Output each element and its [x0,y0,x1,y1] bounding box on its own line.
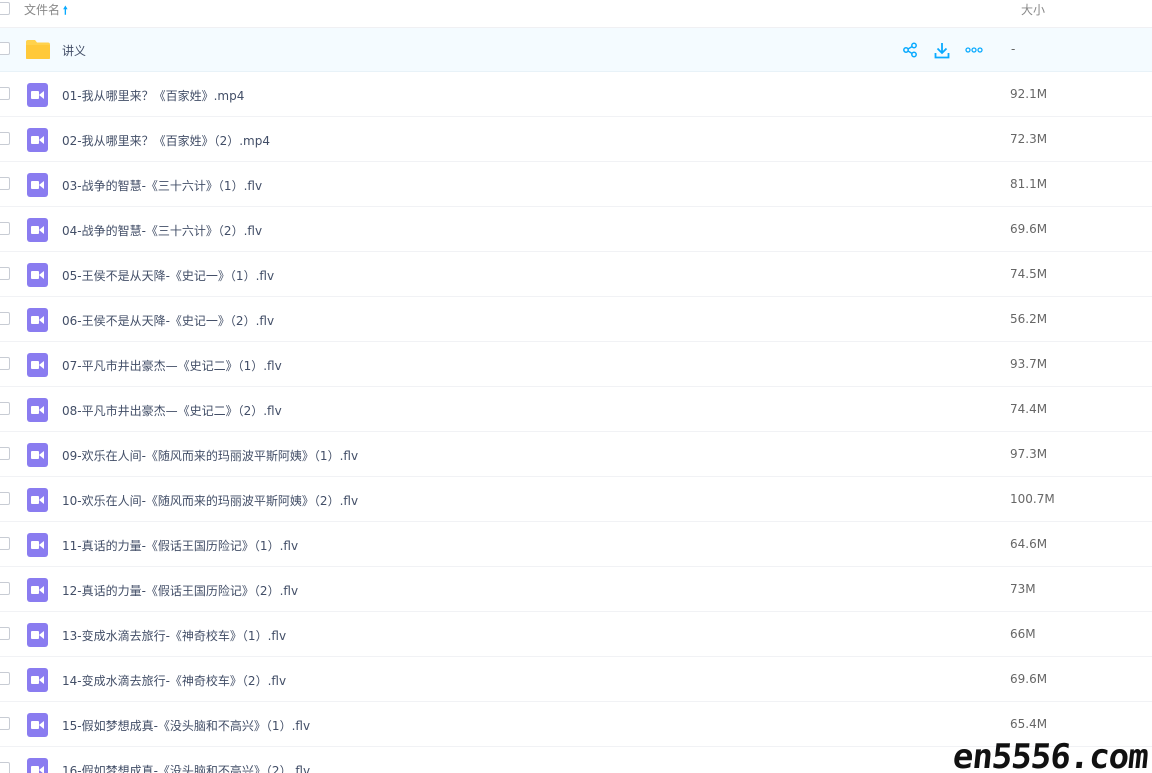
row-checkbox[interactable] [0,177,10,190]
column-header-size[interactable]: 大小 [1021,1,1045,18]
folder-size: - [1011,42,1016,56]
file-row[interactable]: 07-平凡市井出豪杰—《史记二》（1）.flv 93.7M [0,342,1152,387]
column-header-name[interactable]: 文件名 🠕 [24,1,68,21]
file-row[interactable]: 10-欢乐在人间-《随风而来的玛丽波平斯阿姨》（2）.flv 100.7M [0,477,1152,522]
row-checkbox[interactable] [0,222,10,235]
file-name[interactable]: 05-王侯不是从天降-《史记一》（1）.flv [62,267,274,284]
file-name[interactable]: 15-假如梦想成真-《没头脑和不高兴》（1）.flv [62,717,310,734]
row-checkbox[interactable] [0,627,10,640]
video-file-icon [27,263,48,287]
file-size: 74.4M [1010,402,1048,416]
file-size: 81.1M [1010,177,1048,191]
file-size: 100.7M [1010,492,1055,506]
file-name[interactable]: 16-假如梦想成真-《没头脑和不高兴》（2）.flv [62,762,310,773]
file-name[interactable]: 14-变成水滴去旅行-《神奇校车》（2）.flv [62,672,286,689]
file-size: 92.1M [1010,87,1048,101]
file-size: 64.6M [1010,537,1048,551]
watermark: en5556.com [951,737,1151,773]
file-name[interactable]: 09-欢乐在人间-《随风而来的玛丽波平斯阿姨》（1）.flv [62,447,358,464]
row-actions [900,40,984,60]
folder-name[interactable]: 讲义 [62,42,86,59]
row-checkbox[interactable] [0,717,10,730]
video-file-icon [27,308,48,332]
row-checkbox[interactable] [0,42,10,55]
file-list-page: 文件名 🠕 大小 讲义 - 01-我从哪里来？《百家姓》.mp4 92.1M 0… [0,0,1152,773]
row-checkbox[interactable] [0,267,10,280]
file-row[interactable]: 01-我从哪里来？《百家姓》.mp4 92.1M [0,72,1152,117]
video-file-icon [27,668,48,692]
file-row[interactable]: 05-王侯不是从天降-《史记一》（1）.flv 74.5M [0,252,1152,297]
arrow-up-icon: 🠕 [63,4,68,17]
file-size: 93.7M [1010,357,1048,371]
file-name[interactable]: 01-我从哪里来？《百家姓》.mp4 [62,87,244,104]
file-size: 72.3M [1010,132,1048,146]
select-all-checkbox[interactable] [0,2,10,15]
file-size: 97.3M [1010,447,1048,461]
file-row[interactable]: 09-欢乐在人间-《随风而来的玛丽波平斯阿姨》（1）.flv 97.3M [0,432,1152,477]
row-checkbox[interactable] [0,87,10,100]
file-name[interactable]: 04-战争的智慧-《三十六计》（2）.flv [62,222,262,239]
video-file-icon [27,173,48,197]
video-file-icon [27,353,48,377]
row-checkbox[interactable] [0,132,10,145]
file-size: 56.2M [1010,312,1048,326]
video-file-icon [27,758,48,773]
file-row[interactable]: 02-我从哪里来？《百家姓》（2）.mp4 72.3M [0,117,1152,162]
file-size: 65.4M [1010,717,1048,731]
row-checkbox[interactable] [0,357,10,370]
file-name[interactable]: 06-王侯不是从天降-《史记一》（2）.flv [62,312,274,329]
file-size: 74.5M [1010,267,1048,281]
file-row[interactable]: 12-真话的力量-《假话王国历险记》（2）.flv 73M [0,567,1152,612]
file-name[interactable]: 12-真话的力量-《假话王国历险记》（2）.flv [62,582,298,599]
video-file-icon [27,578,48,602]
folder-row[interactable]: 讲义 - [0,28,1152,72]
file-name[interactable]: 02-我从哪里来？《百家姓》（2）.mp4 [62,132,270,149]
row-checkbox[interactable] [0,312,10,325]
file-name[interactable]: 07-平凡市井出豪杰—《史记二》（1）.flv [62,357,282,374]
row-checkbox[interactable] [0,492,10,505]
video-file-icon [27,128,48,152]
file-row[interactable]: 11-真话的力量-《假话王国历险记》（1）.flv 64.6M [0,522,1152,567]
file-size: 69.6M [1010,672,1048,686]
row-checkbox[interactable] [0,582,10,595]
file-size: 69.6M [1010,222,1048,236]
file-row[interactable]: 04-战争的智慧-《三十六计》（2）.flv 69.6M [0,207,1152,252]
file-size: 73M [1010,582,1036,596]
download-icon[interactable] [932,40,952,60]
file-name[interactable]: 08-平凡市井出豪杰—《史记二》（2）.flv [62,402,282,419]
video-file-icon [27,218,48,242]
share-icon[interactable] [900,40,920,60]
folder-icon [26,40,50,59]
file-row[interactable]: 03-战争的智慧-《三十六计》（1）.flv 81.1M [0,162,1152,207]
file-list-header: 文件名 🠕 大小 [0,0,1152,28]
video-file-icon [27,533,48,557]
file-row[interactable]: 06-王侯不是从天降-《史记一》（2）.flv 56.2M [0,297,1152,342]
file-row[interactable]: 08-平凡市井出豪杰—《史记二》（2）.flv 74.4M [0,387,1152,432]
more-icon[interactable] [964,40,984,60]
file-rows: 01-我从哪里来？《百家姓》.mp4 92.1M 02-我从哪里来？《百家姓》（2）… [0,72,1152,773]
row-checkbox[interactable] [0,447,10,460]
video-file-icon [27,623,48,647]
file-row[interactable]: 14-变成水滴去旅行-《神奇校车》（2）.flv 69.6M [0,657,1152,702]
video-file-icon [27,83,48,107]
video-file-icon [27,713,48,737]
column-header-name-label: 文件名 [24,3,61,17]
file-name[interactable]: 03-战争的智慧-《三十六计》（1）.flv [62,177,262,194]
file-size: 66M [1010,627,1036,641]
video-file-icon [27,488,48,512]
video-file-icon [27,443,48,467]
file-name[interactable]: 13-变成水滴去旅行-《神奇校车》（1）.flv [62,627,286,644]
row-checkbox[interactable] [0,672,10,685]
video-file-icon [27,398,48,422]
file-name[interactable]: 11-真话的力量-《假话王国历险记》（1）.flv [62,537,298,554]
row-checkbox[interactable] [0,537,10,550]
row-checkbox[interactable] [0,762,10,773]
row-checkbox[interactable] [0,402,10,415]
file-row[interactable]: 13-变成水滴去旅行-《神奇校车》（1）.flv 66M [0,612,1152,657]
file-name[interactable]: 10-欢乐在人间-《随风而来的玛丽波平斯阿姨》（2）.flv [62,492,358,509]
